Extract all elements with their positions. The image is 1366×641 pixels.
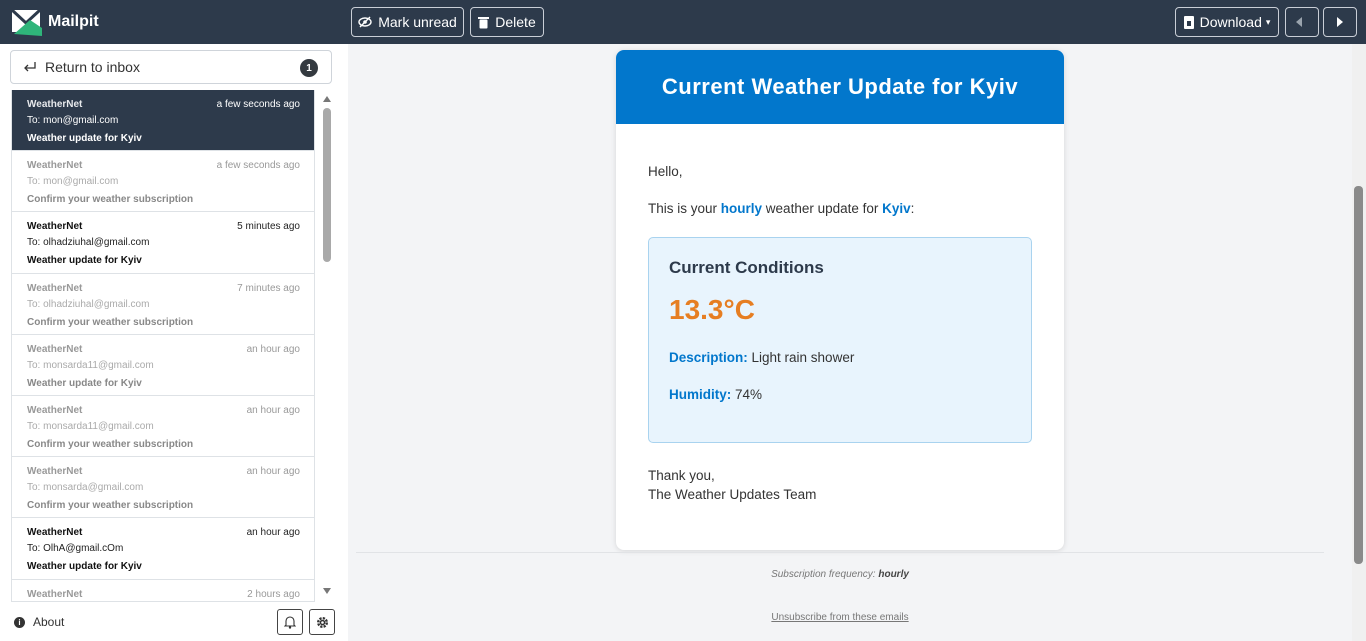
caret-down-icon: ▾ <box>1265 16 1271 27</box>
intro-suffix: : <box>910 201 915 216</box>
message-time: an hour ago <box>246 527 300 539</box>
bell-icon <box>284 615 296 629</box>
scroll-down-icon[interactable] <box>323 588 331 594</box>
message-to: To: OlhA@gmail.cOm <box>27 543 124 555</box>
message-time: a few seconds ago <box>216 160 300 172</box>
message-time: an hour ago <box>246 404 300 416</box>
description-row: Description: Light rain shower <box>669 350 1011 365</box>
message-to: To: mon@gmail.com <box>27 176 119 188</box>
message-list-item[interactable]: WeatherNet an hour ago To: OlhA@gmail.cOm W… <box>12 518 314 580</box>
gear-icon <box>316 616 328 628</box>
unread-count-badge: 1 <box>300 59 318 77</box>
message-time: an hour ago <box>246 343 300 355</box>
signature-line: The Weather Updates Team <box>648 487 817 502</box>
humidity-label: Humidity: <box>669 387 732 402</box>
email-card: Current Weather Update for Kyiv Hello, T… <box>616 50 1064 550</box>
message-to: To: olhadziuhal@gmail.com <box>27 298 150 310</box>
intro-middle: weather update for <box>762 201 883 216</box>
intro-city: Kyiv <box>882 201 911 216</box>
temperature: 13.3°C <box>669 294 755 325</box>
app-name: Mailpit <box>48 13 99 30</box>
return-label: Return to inbox <box>45 59 140 75</box>
settings-button[interactable] <box>309 609 335 635</box>
message-to: To: olhadziuhal@gmail.com <box>27 237 150 249</box>
eye-slash-icon <box>358 16 372 28</box>
message-subject: Weather update for Kyiv <box>27 561 142 573</box>
next-message-button[interactable] <box>1323 7 1357 37</box>
email-header: Current Weather Update for Kyiv <box>616 50 1064 124</box>
description-label: Description: <box>669 350 748 365</box>
message-list-item[interactable]: WeatherNet 7 minutes ago To: olhadziuhal@g… <box>12 274 314 335</box>
download-label: Download <box>1199 14 1262 30</box>
mark-unread-button[interactable]: Mark unread <box>351 7 464 37</box>
caret-left-icon <box>1296 17 1302 27</box>
frequency-label: Subscription frequency: <box>771 569 879 580</box>
frequency-value: hourly <box>878 569 909 580</box>
message-list-item[interactable]: WeatherNet 2 hours ago <box>12 580 314 602</box>
current-conditions-box: Current Conditions 13.3°C Description: L… <box>648 237 1032 443</box>
sidebar: Return to inbox 1 WeatherNet a few second… <box>0 44 348 641</box>
sign-off: Thank you, The Weather Updates Team <box>648 466 1032 504</box>
return-arrow-icon <box>24 62 36 72</box>
message-subject: Confirm your weather subscription <box>27 194 194 206</box>
subscription-frequency: Subscription frequency: hourly <box>348 569 1332 580</box>
message-list-item[interactable]: WeatherNet 5 minutes ago To: olhadziuhal@g… <box>12 212 314 274</box>
message-list-item[interactable]: WeatherNet an hour ago To: monsarda@gmail.… <box>12 457 314 519</box>
message-list-scrollbar[interactable] <box>321 94 333 602</box>
message-time: 2 hours ago <box>247 588 300 600</box>
message-list: WeatherNet a few seconds ago To: mon@gmail… <box>11 90 315 602</box>
conditions-title: Current Conditions <box>669 258 824 277</box>
message-subject: Weather update for Kyiv <box>27 255 142 267</box>
message-view-scrollbar-thumb[interactable] <box>1354 186 1363 564</box>
humidity-row: Humidity: 74% <box>669 387 1011 402</box>
message-list-item[interactable]: WeatherNet an hour ago To: monsarda11@gmai… <box>12 396 314 458</box>
message-subject: Weather update for Kyiv <box>27 377 142 389</box>
intro-text: This is your hourly weather update for K… <box>648 201 1032 216</box>
message-time: a few seconds ago <box>216 99 300 110</box>
message-to: To: mon@gmail.com <box>27 115 119 126</box>
message-subject: Confirm your weather subscription <box>27 438 194 450</box>
message-time: 7 minutes ago <box>237 282 300 294</box>
greeting: Hello, <box>648 164 683 179</box>
scroll-up-icon[interactable] <box>323 96 331 102</box>
delete-label: Delete <box>495 14 536 30</box>
download-dropdown[interactable]: Download ▾ <box>1175 7 1279 37</box>
description-value: Light rain shower <box>747 350 855 365</box>
message-subject: Weather update for Kyiv <box>27 133 142 144</box>
caret-right-icon <box>1337 17 1343 27</box>
return-to-inbox-button[interactable]: Return to inbox 1 <box>10 50 332 84</box>
delete-button[interactable]: Delete <box>470 7 544 37</box>
message-to: To: monsarda11@gmail.com <box>27 420 154 432</box>
message-to: To: monsarda11@gmail.com <box>27 359 154 371</box>
humidity-value: 74% <box>731 387 763 402</box>
message-subject: Confirm your weather subscription <box>27 316 194 328</box>
mailpit-logo-icon <box>10 8 42 36</box>
message-list-item[interactable]: WeatherNet a few seconds ago To: mon@gmail… <box>12 90 314 152</box>
intro-frequency: hourly <box>720 201 763 216</box>
message-list-item[interactable]: WeatherNet an hour ago To: monsarda11@gmai… <box>12 335 314 396</box>
message-time: an hour ago <box>246 466 300 478</box>
trash-icon <box>478 16 490 28</box>
message-view: Current Weather Update for Kyiv Hello, T… <box>348 44 1352 641</box>
unsubscribe-link[interactable]: Unsubscribe from these emails <box>348 612 1332 623</box>
intro-prefix: This is your <box>648 201 721 216</box>
message-time: 5 minutes ago <box>237 221 300 233</box>
brand[interactable]: Mailpit <box>10 6 99 38</box>
previous-message-button[interactable] <box>1285 7 1319 37</box>
notifications-button[interactable] <box>277 609 303 635</box>
message-list-item[interactable]: WeatherNet a few seconds ago To: mon@gmail… <box>12 151 314 213</box>
about-label: About <box>33 615 65 629</box>
scrollbar-thumb[interactable] <box>323 108 331 262</box>
info-icon: i <box>14 616 25 628</box>
email-body: Hello, This is your hourly weather updat… <box>616 124 1064 504</box>
thanks-line: Thank you, <box>648 468 715 483</box>
top-bar: Mailpit Mark unread Delete Download ▾ <box>0 0 1366 44</box>
mark-unread-label: Mark unread <box>378 14 457 30</box>
file-icon <box>1183 15 1194 29</box>
message-to: To: monsarda@gmail.com <box>27 482 144 494</box>
about-link[interactable]: i About <box>14 615 64 629</box>
message-subject: Confirm your weather subscription <box>27 500 194 512</box>
footer-divider <box>356 552 1324 553</box>
message-view-scrollbar[interactable] <box>1352 44 1366 641</box>
